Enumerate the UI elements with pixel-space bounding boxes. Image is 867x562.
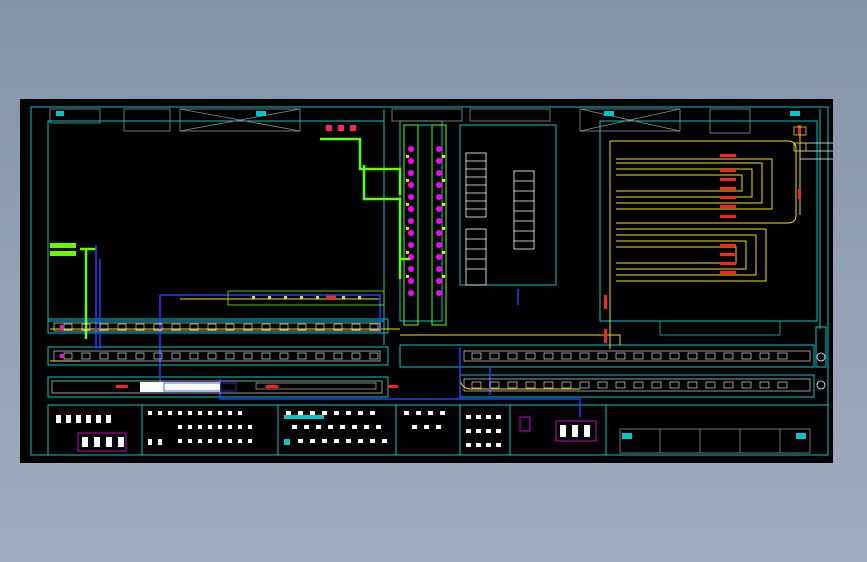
green-pipe xyxy=(80,137,410,339)
equipment-icon xyxy=(56,111,800,116)
conveyor-right-units xyxy=(471,352,788,389)
left-feeder xyxy=(50,243,76,256)
cad-viewport[interactable] xyxy=(20,99,833,463)
machine-stacks xyxy=(465,152,535,286)
cad-drawing xyxy=(30,106,833,456)
top-red-units xyxy=(326,125,356,131)
end-turntables xyxy=(816,352,826,390)
table-icon xyxy=(619,428,811,454)
rack-nodes xyxy=(408,146,442,296)
conveyor-bottom-fill xyxy=(140,382,377,392)
conveyor-right xyxy=(463,350,811,392)
yellow-loops xyxy=(50,129,801,390)
red-arrows xyxy=(116,125,801,388)
right-dispenser-row xyxy=(659,320,781,336)
conveyor-left-accent xyxy=(60,325,64,358)
storage-frames xyxy=(77,416,597,452)
